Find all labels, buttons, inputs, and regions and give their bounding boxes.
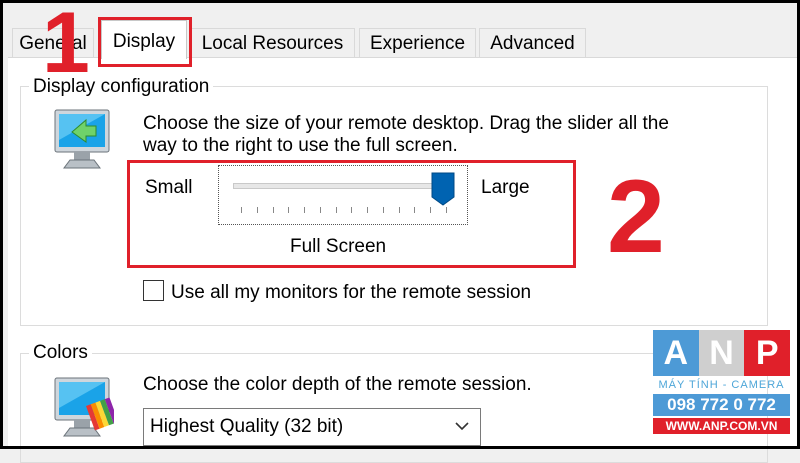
display-monitor-icon	[54, 109, 110, 169]
tab-local-resources-label: Local Resources	[201, 33, 344, 54]
anp-watermark-logo: A N P MÁY TÍNH - CAMERA 098 772 0 772 WW…	[653, 330, 791, 435]
tab-local-resources[interactable]: Local Resources	[190, 28, 355, 58]
anp-phone: 098 772 0 772	[653, 394, 790, 416]
chevron-down-icon	[455, 422, 469, 431]
use-all-monitors-checkbox[interactable]	[143, 280, 164, 301]
color-monitor-icon	[54, 377, 114, 437]
display-tab-highlight	[98, 17, 192, 67]
slider-highlight	[127, 160, 576, 268]
tab-advanced-label: Advanced	[490, 33, 575, 54]
color-depth-value: Highest Quality (32 bit)	[150, 416, 344, 437]
tab-advanced[interactable]: Advanced	[479, 28, 586, 58]
tab-experience[interactable]: Experience	[359, 28, 476, 58]
colors-group-label: Colors	[29, 342, 92, 364]
step-1-number: 1	[42, 0, 90, 91]
anp-letter-a: A	[653, 330, 699, 376]
use-all-monitors-label[interactable]: Use all my monitors for the remote sessi…	[171, 281, 531, 305]
step-2-number: 2	[607, 159, 665, 275]
display-description-line2: way to the right to use the full screen.	[143, 135, 458, 156]
anp-website: WWW.ANP.COM.VN	[653, 418, 790, 434]
anp-letter-p: P	[744, 330, 791, 376]
tab-experience-label: Experience	[369, 33, 466, 54]
colors-description: Choose the color depth of the remote ses…	[143, 374, 532, 395]
anp-tagline: MÁY TÍNH - CAMERA	[658, 379, 785, 391]
color-depth-select[interactable]: Highest Quality (32 bit)	[143, 408, 481, 446]
anp-letter-n: N	[698, 330, 745, 376]
display-description-line1: Choose the size of your remote desktop. …	[143, 113, 669, 134]
